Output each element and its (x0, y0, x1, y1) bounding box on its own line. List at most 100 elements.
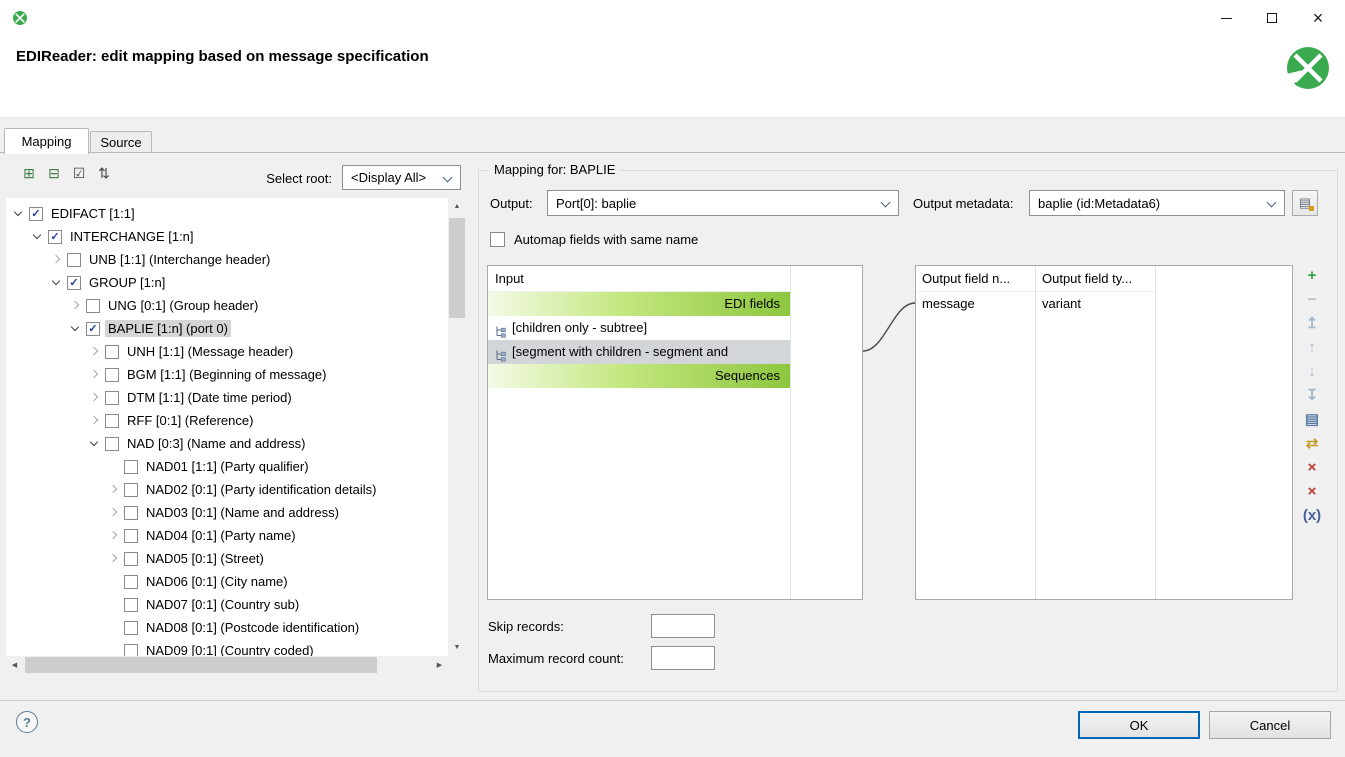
chevron-down-icon[interactable] (10, 205, 27, 222)
expression-icon[interactable]: (x) (1302, 506, 1322, 524)
tree-item-label[interactable]: EDIFACT [1:1] (48, 205, 138, 222)
tree-row[interactable]: NAD08 [0:1] (Postcode identification) (6, 616, 448, 639)
item-checkbox[interactable] (124, 644, 138, 657)
output-metadata-dropdown[interactable]: baplie (id:Metadata6) (1029, 190, 1285, 216)
output-field-name-cell[interactable]: message (916, 292, 1035, 316)
edit-metadata-button[interactable] (1292, 190, 1318, 216)
input-field-row[interactable]: [children only - subtree] (488, 316, 790, 340)
cancel-button[interactable]: Cancel (1209, 711, 1331, 739)
scroll-up-icon[interactable] (448, 198, 466, 215)
tree-row[interactable]: NAD03 [0:1] (Name and address) (6, 501, 448, 524)
tree-row[interactable]: NAD05 [0:1] (Street) (6, 547, 448, 570)
tree-item-label[interactable]: DTM [1:1] (Date time period) (124, 389, 295, 406)
item-checkbox[interactable] (124, 621, 138, 635)
tree-row[interactable]: BGM [1:1] (Beginning of message) (6, 363, 448, 386)
sort-tree-icon[interactable]: ⇅ (95, 164, 113, 182)
tree-row[interactable]: NAD09 [0:1] (Country coded) (6, 639, 448, 656)
tree-item-label[interactable]: RFF [0:1] (Reference) (124, 412, 256, 429)
tree-row[interactable]: NAD07 [0:1] (Country sub) (6, 593, 448, 616)
tree-item-label[interactable]: NAD08 [0:1] (Postcode identification) (143, 619, 362, 636)
minimize-button[interactable] (1203, 2, 1249, 34)
tree-row[interactable]: NAD01 [1:1] (Party qualifier) (6, 455, 448, 478)
item-checkbox[interactable]: ✓ (67, 276, 81, 290)
check-all-icon[interactable]: ☑ (70, 164, 88, 182)
chevron-right-icon[interactable] (86, 389, 103, 406)
tree-row[interactable]: DTM [1:1] (Date time period) (6, 386, 448, 409)
item-checkbox[interactable] (124, 483, 138, 497)
item-checkbox[interactable] (124, 552, 138, 566)
tree-item-label[interactable]: NAD09 [0:1] (Country coded) (143, 642, 317, 656)
tree-item-label[interactable]: NAD [0:3] (Name and address) (124, 435, 308, 452)
select-root-dropdown[interactable]: <Display All> (342, 165, 461, 190)
chevron-right-icon[interactable] (48, 251, 65, 268)
chevron-right-icon[interactable] (105, 504, 122, 521)
expand-all-icon[interactable]: ⊞ (20, 164, 38, 182)
chevron-right-icon[interactable] (67, 297, 84, 314)
tree-row[interactable]: ✓ EDIFACT [1:1] (6, 202, 448, 225)
tree-item-label[interactable]: BAPLIE [1:n] (port 0) (105, 320, 231, 337)
tree-item-label[interactable]: INTERCHANGE [1:n] (67, 228, 197, 245)
tree-row[interactable]: UNB [1:1] (Interchange header) (6, 248, 448, 271)
tree-item-label[interactable]: NAD06 [0:1] (City name) (143, 573, 291, 590)
item-checkbox[interactable]: ✓ (29, 207, 43, 221)
item-checkbox[interactable]: ✓ (86, 322, 100, 336)
item-checkbox[interactable] (105, 368, 119, 382)
chevron-right-icon[interactable] (105, 527, 122, 544)
scroll-down-icon[interactable] (448, 639, 466, 656)
chevron-down-icon[interactable] (67, 320, 84, 337)
tree-item-label[interactable]: UNB [1:1] (Interchange header) (86, 251, 273, 268)
input-field-row[interactable]: [segment with children - segment and (488, 340, 790, 364)
scroll-right-icon[interactable] (431, 656, 448, 674)
tree-item-label[interactable]: NAD03 [0:1] (Name and address) (143, 504, 342, 521)
automap-checkbox[interactable] (490, 232, 505, 247)
tree-item-label[interactable]: GROUP [1:n] (86, 274, 168, 291)
output-field-type-cell[interactable]: variant (1036, 292, 1155, 316)
tree-row[interactable]: ✓ GROUP [1:n] (6, 271, 448, 294)
maximize-button[interactable] (1249, 2, 1295, 34)
chevron-right-icon[interactable] (86, 366, 103, 383)
max-record-count-input[interactable] (651, 646, 715, 670)
item-checkbox[interactable] (67, 253, 81, 267)
item-checkbox[interactable] (105, 437, 119, 451)
close-button[interactable] (1295, 2, 1341, 34)
tree-row[interactable]: ✓INTERCHANGE [1:n] (6, 225, 448, 248)
tree-row[interactable]: ✓ BAPLIE [1:n] (port 0) (6, 317, 448, 340)
item-checkbox[interactable] (124, 529, 138, 543)
output-field-name-header[interactable]: Output field n... (916, 266, 1035, 292)
scroll-left-icon[interactable] (6, 656, 23, 674)
skip-records-input[interactable] (651, 614, 715, 638)
input-column-header[interactable]: Input (488, 266, 790, 292)
tree-item-label[interactable]: NAD05 [0:1] (Street) (143, 550, 267, 567)
cancel-all-mappings-icon[interactable]: × (1302, 482, 1322, 500)
tree-row[interactable]: RFF [0:1] (Reference) (6, 409, 448, 432)
tree-item-label[interactable]: UNH [1:1] (Message header) (124, 343, 296, 360)
tree-row[interactable]: NAD06 [0:1] (City name) (6, 570, 448, 593)
item-checkbox[interactable] (124, 506, 138, 520)
tree-row[interactable]: NAD [0:3] (Name and address) (6, 432, 448, 455)
collapse-all-icon[interactable]: ⊟ (45, 164, 63, 182)
item-checkbox[interactable] (124, 460, 138, 474)
output-field-type-header[interactable]: Output field ty... (1036, 266, 1155, 292)
chevron-down-icon[interactable] (48, 274, 65, 291)
tree-item-label[interactable]: NAD07 [0:1] (Country sub) (143, 596, 302, 613)
chevron-right-icon[interactable] (86, 343, 103, 360)
tree-item-label[interactable]: NAD02 [0:1] (Party identification detail… (143, 481, 380, 498)
tab-source[interactable]: Source (90, 131, 152, 153)
item-checkbox[interactable] (124, 598, 138, 612)
item-checkbox[interactable] (105, 414, 119, 428)
tab-mapping[interactable]: Mapping (4, 128, 89, 154)
tree-item-label[interactable]: NAD04 [0:1] (Party name) (143, 527, 299, 544)
output-port-dropdown[interactable]: Port[0]: baplie (547, 190, 899, 216)
input-group-header[interactable]: EDI fields (488, 292, 790, 316)
help-button[interactable]: ? (16, 711, 38, 733)
select-fields-icon[interactable]: ▤ (1302, 410, 1322, 428)
chevron-right-icon[interactable] (105, 481, 122, 498)
tree-item-label[interactable]: NAD01 [1:1] (Party qualifier) (143, 458, 312, 475)
chevron-down-icon[interactable] (86, 435, 103, 452)
input-group-header[interactable]: Sequences (488, 364, 790, 388)
tree-row[interactable]: NAD02 [0:1] (Party identification detail… (6, 478, 448, 501)
chevron-down-icon[interactable] (29, 228, 46, 245)
tree-item-label[interactable]: UNG [0:1] (Group header) (105, 297, 261, 314)
tree-row[interactable]: NAD04 [0:1] (Party name) (6, 524, 448, 547)
chevron-right-icon[interactable] (86, 412, 103, 429)
